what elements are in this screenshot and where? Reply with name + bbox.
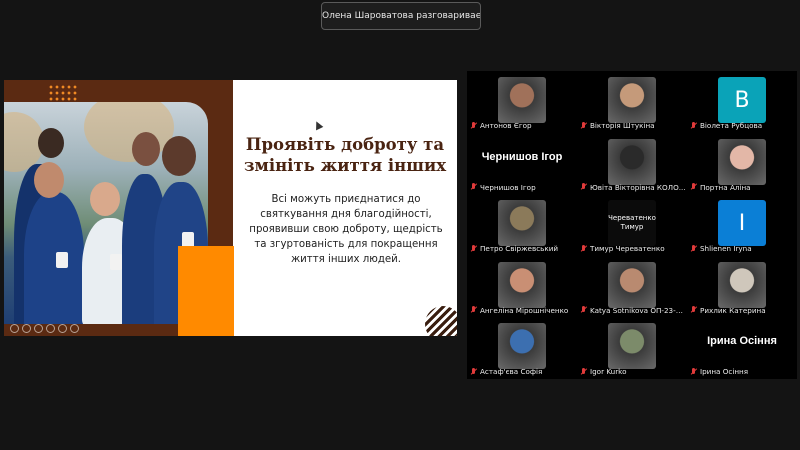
- participant-name-label: Ірина Осіння: [690, 366, 796, 378]
- mic-muted-icon: [470, 367, 478, 376]
- participant-tile[interactable]: Антонов Єгор: [467, 71, 577, 133]
- slides-grid-icon[interactable]: [58, 324, 67, 333]
- participant-name-label: Портна Аліна: [690, 181, 796, 193]
- participant-name-label: Тимур Череватенко: [580, 243, 686, 255]
- participant-name-label: Katya Sotnikova ОП-23-5...: [580, 304, 686, 316]
- participant-initial-avatar: I: [718, 200, 766, 247]
- mic-muted-icon: [580, 244, 588, 253]
- highlighter-icon[interactable]: [22, 324, 31, 333]
- participant-tile[interactable]: Петро Свіржевський: [467, 194, 577, 256]
- slide-dot-pattern: [48, 84, 78, 102]
- mic-muted-icon: [690, 183, 698, 191]
- participant-name-label: Антонов Єгор: [470, 120, 576, 132]
- participant-name-label: Вікторія Штукіна: [580, 120, 686, 132]
- participant-tile[interactable]: Астаф'єва Софія: [467, 317, 577, 379]
- participant-name: Shlienen Iryna: [700, 244, 752, 254]
- mic-muted-icon: [470, 244, 478, 253]
- participant-name-label: Астаф'єва Софія: [470, 366, 576, 378]
- participant-tile[interactable]: I Shlienen Iryna: [687, 194, 797, 256]
- active-speaker-notice: Олена Шароватова разговаривает...: [321, 2, 481, 30]
- participant-tile[interactable]: Igor Kurko: [577, 317, 687, 379]
- slide-controls[interactable]: [10, 324, 79, 333]
- participant-tile[interactable]: Ювіта Вікторівна КОЛО...: [577, 133, 687, 195]
- participant-tile[interactable]: Череватенко Тимур Тимур Череватенко: [577, 194, 687, 256]
- participant-tile[interactable]: Чернишов Ігор Чернишов Ігор: [467, 133, 577, 195]
- more-options-icon[interactable]: [70, 324, 79, 333]
- shared-slide: Проявіть доброту та змініть життя інших …: [4, 80, 457, 336]
- mic-muted-icon: [470, 121, 478, 130]
- mic-muted-icon: [690, 306, 698, 314]
- mic-muted-icon: [580, 367, 588, 376]
- mic-muted-icon: [470, 306, 478, 314]
- participant-tile[interactable]: В Віолета Рубцова: [687, 71, 797, 133]
- participant-video: [498, 77, 546, 123]
- mic-muted-icon: [690, 244, 698, 253]
- participant-name: Портна Аліна: [700, 182, 751, 192]
- participant-video: [498, 323, 546, 370]
- participant-video: [608, 261, 656, 308]
- participant-name: Ангеліна Мірошніченко: [480, 305, 569, 315]
- participant-video: [608, 138, 656, 185]
- participant-name-label: Петро Свіржевський: [470, 243, 576, 255]
- mic-muted-icon: [580, 121, 588, 130]
- participant-tile[interactable]: Вікторія Штукіна: [577, 71, 687, 133]
- participant-tile[interactable]: Ірина Осіння Ірина Осіння: [687, 317, 797, 379]
- participant-name: Вікторія Штукіна: [590, 121, 655, 131]
- slide-stripe-circle: [425, 306, 457, 336]
- participant-display-name: Чернишов Ігор: [481, 150, 563, 163]
- participant-text-avatar: Череватенко Тимур: [608, 200, 656, 247]
- participant-name-label: Igor Kurko: [580, 366, 686, 378]
- participant-name-label: Ангеліна Мірошніченко: [470, 304, 576, 316]
- mic-muted-icon: [470, 183, 478, 191]
- slide-body-text: Всі можуть приєднатися до святкування дн…: [249, 194, 443, 265]
- participant-name: Антонов Єгор: [480, 121, 532, 131]
- mic-muted-icon: [580, 306, 588, 314]
- participant-tile[interactable]: Портна Аліна: [687, 133, 797, 195]
- participant-name: Katya Sotnikova ОП-23-5...: [590, 305, 686, 315]
- participant-display-name: Ірина Осіння: [707, 335, 777, 348]
- participant-name: Чернишов Ігор: [480, 182, 536, 192]
- participant-video: [608, 323, 656, 370]
- participant-gallery: Антонов Єгор Вікторія Штукіна В Віолета Руб…: [467, 71, 797, 379]
- participant-video: [498, 200, 546, 247]
- participant-video: [498, 261, 546, 308]
- participant-name: Віолета Рубцова: [700, 121, 763, 131]
- mic-muted-icon: [690, 367, 698, 376]
- mic-muted-icon: [580, 183, 588, 191]
- slide-title: Проявіть доброту та змініть життя інших: [243, 135, 447, 175]
- participant-name: Астаф'єва Софія: [480, 367, 543, 377]
- participant-name: Рихлик Катерина: [700, 305, 766, 315]
- participant-name-label: Shlienen Iryna: [690, 243, 796, 255]
- participant-name: Igor Kurko: [590, 367, 627, 377]
- participant-name-label: Рихлик Катерина: [690, 304, 796, 316]
- participant-name-label: Віолета Рубцова: [690, 120, 796, 132]
- zoom-icon[interactable]: [46, 324, 55, 333]
- slide-orange-block: [178, 246, 234, 336]
- participant-name-label: Чернишов Ігор: [470, 181, 576, 193]
- participant-video: [608, 77, 656, 123]
- pointer-icon[interactable]: [34, 324, 43, 333]
- participant-name: Тимур Череватенко: [590, 244, 665, 254]
- participant-name: Ювіта Вікторівна КОЛО...: [590, 182, 686, 192]
- participant-tile[interactable]: Ангеліна Мірошніченко: [467, 256, 577, 318]
- mic-muted-icon: [690, 121, 698, 130]
- participant-name: Петро Свіржевський: [480, 244, 559, 254]
- participant-video: [718, 261, 766, 308]
- participant-initial-avatar: В: [718, 77, 766, 123]
- pen-tool-icon[interactable]: [10, 324, 19, 333]
- participant-name: Ірина Осіння: [700, 367, 749, 377]
- participant-name-label: Ювіта Вікторівна КОЛО...: [580, 181, 686, 193]
- participant-tile[interactable]: Рихлик Катерина: [687, 256, 797, 318]
- participant-video: [718, 138, 766, 185]
- mouse-cursor-icon: [312, 119, 324, 131]
- participant-tile[interactable]: Katya Sotnikova ОП-23-5...: [577, 256, 687, 318]
